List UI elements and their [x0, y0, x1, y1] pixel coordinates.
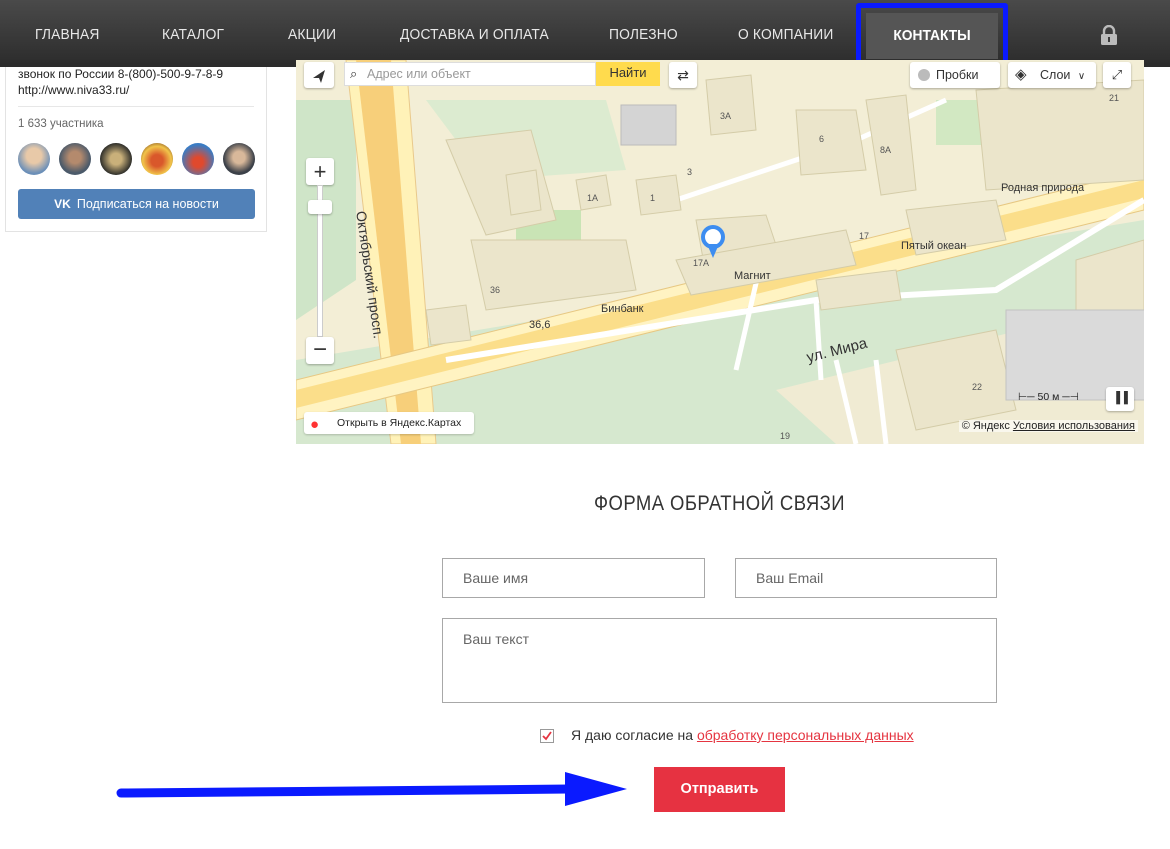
map-house-number: 1 — [650, 193, 656, 203]
privacy-policy-link[interactable]: обработку персональных данных — [697, 727, 914, 743]
route-icon[interactable]: ⇄ — [669, 62, 697, 88]
map-house-number: 22 — [972, 382, 983, 392]
open-in-yandex-maps-button[interactable]: ● Открыть в Яндекс.Картах — [304, 412, 474, 434]
map-find-button[interactable]: Найти — [596, 62, 660, 86]
nav-item-about[interactable]: О КОМПАНИИ — [738, 0, 833, 67]
nav-item-delivery[interactable]: ДОСТАВКА И ОПЛАТА — [400, 0, 549, 67]
email-field[interactable]: Ваш Email — [735, 558, 997, 598]
traffic-icon — [918, 69, 930, 81]
scale-bar-icon: ─⊣ — [1062, 391, 1079, 403]
map-house-number: 3А — [720, 111, 732, 121]
copyright-label: © Яндекс — [961, 420, 1010, 432]
layers-button[interactable]: ◈ Слои ∨ — [1008, 62, 1096, 88]
nav-item-useful[interactable]: ПОЛЕЗНО — [609, 0, 678, 67]
map-poi-pharmacy[interactable]: 36,6 — [529, 319, 550, 331]
geolocation-button[interactable] — [304, 62, 334, 88]
location-arrow-icon — [313, 70, 325, 83]
nav-item-home[interactable]: ГЛАВНАЯ — [35, 0, 100, 67]
top-navigation: ГЛАВНАЯ КАТАЛОГ АКЦИИ ДОСТАВКА И ОПЛАТА … — [0, 0, 1170, 71]
map-search-placeholder: Адрес или объект — [367, 67, 471, 81]
consent-text: Я даю согласие на — [571, 727, 697, 743]
annotation-arrow — [116, 772, 627, 806]
map-house-number: 19 — [780, 431, 791, 441]
avatar[interactable] — [223, 143, 255, 175]
traffic-button[interactable]: Пробки — [910, 62, 1000, 88]
terms-link[interactable]: Условия использования — [1013, 420, 1135, 432]
map-scale-label: 50 м — [1037, 391, 1060, 403]
vk-divider — [18, 106, 254, 107]
layers-label: Слои — [1040, 68, 1071, 82]
scale-bar-icon: ⊢─ — [1018, 391, 1035, 403]
map-poi-magnit[interactable]: Магнит — [734, 270, 771, 282]
traffic-label: Пробки — [936, 68, 979, 82]
map-scale: ⊢─ 50 м ─⊣ — [1018, 391, 1079, 403]
ruler-icon[interactable]: ▐▐ — [1106, 387, 1134, 411]
avatar[interactable] — [100, 143, 132, 175]
map-house-number: 17 — [859, 231, 870, 241]
nav-item-catalog[interactable]: КАТАЛОГ — [162, 0, 224, 67]
map-poi-pyatiy-okean[interactable]: Пятый океан — [901, 240, 966, 252]
map-house-number: 36 — [490, 285, 501, 295]
map-house-number: 3 — [687, 167, 693, 177]
search-icon: ⌕ — [350, 66, 358, 81]
vk-site-link[interactable]: http://www.niva33.ru/ — [18, 83, 129, 97]
consent-checkbox[interactable] — [540, 729, 554, 743]
open-in-yandex-maps-label: Открыть в Яндекс.Картах — [337, 417, 462, 429]
map-house-number: 6 — [819, 134, 825, 144]
form-title: ФОРМА ОБРАТНОЙ СВЯЗИ — [594, 492, 845, 515]
vk-community-widget: звонок по России 8-(800)-500-9-7-8-9 htt… — [5, 67, 267, 232]
fullscreen-icon[interactable]: ⤢ — [1103, 62, 1131, 88]
chevron-down-icon: ∨ — [1077, 71, 1086, 82]
map-house-number: 17А — [693, 258, 710, 268]
layers-icon: ◈ — [1015, 66, 1027, 83]
map-copyright: © Яндекс Условия использования — [958, 420, 1138, 432]
lock-icon[interactable] — [1100, 25, 1118, 45]
zoom-slider-handle[interactable] — [308, 200, 332, 214]
vk-logo-icon: VK — [54, 197, 71, 211]
vk-subscribe-button[interactable]: VK Подписаться на новости — [18, 189, 255, 219]
name-field[interactable]: Ваше имя — [442, 558, 705, 598]
map-pin-icon: ● — [310, 416, 320, 433]
map-poi-binbank[interactable]: Бинбанк — [601, 303, 644, 315]
checkmark-icon — [542, 731, 552, 741]
nav-item-promotions[interactable]: АКЦИИ — [288, 0, 336, 67]
map-house-number: 1А — [587, 193, 599, 203]
zoom-out-button[interactable]: − — [306, 337, 334, 364]
yandex-map[interactable]: Октябрьский просп. ул. Мира Магнит Бинба… — [296, 60, 1144, 444]
map-search-input[interactable]: ⌕ Адрес или объект — [344, 62, 596, 86]
map-house-number: 8А — [880, 145, 892, 155]
vk-members-count: 1 633 участника — [18, 118, 104, 130]
consent-label: Я даю согласие на обработку персональных… — [571, 727, 914, 743]
vk-phone: звонок по России 8-(800)-500-9-7-8-9 — [18, 67, 224, 81]
avatar[interactable] — [18, 143, 50, 175]
vk-subscribe-label: Подписаться на новости — [76, 197, 219, 211]
message-textarea[interactable]: Ваш текст — [442, 618, 997, 703]
zoom-in-button[interactable]: + — [306, 158, 334, 185]
map-house-number: 21 — [1109, 93, 1120, 103]
avatar[interactable] — [59, 143, 91, 175]
avatar[interactable] — [182, 143, 214, 175]
submit-button[interactable]: Отправить — [654, 767, 785, 812]
avatar[interactable] — [141, 143, 173, 175]
map-poi-rodnaya-priroda[interactable]: Родная природа — [1001, 182, 1084, 194]
